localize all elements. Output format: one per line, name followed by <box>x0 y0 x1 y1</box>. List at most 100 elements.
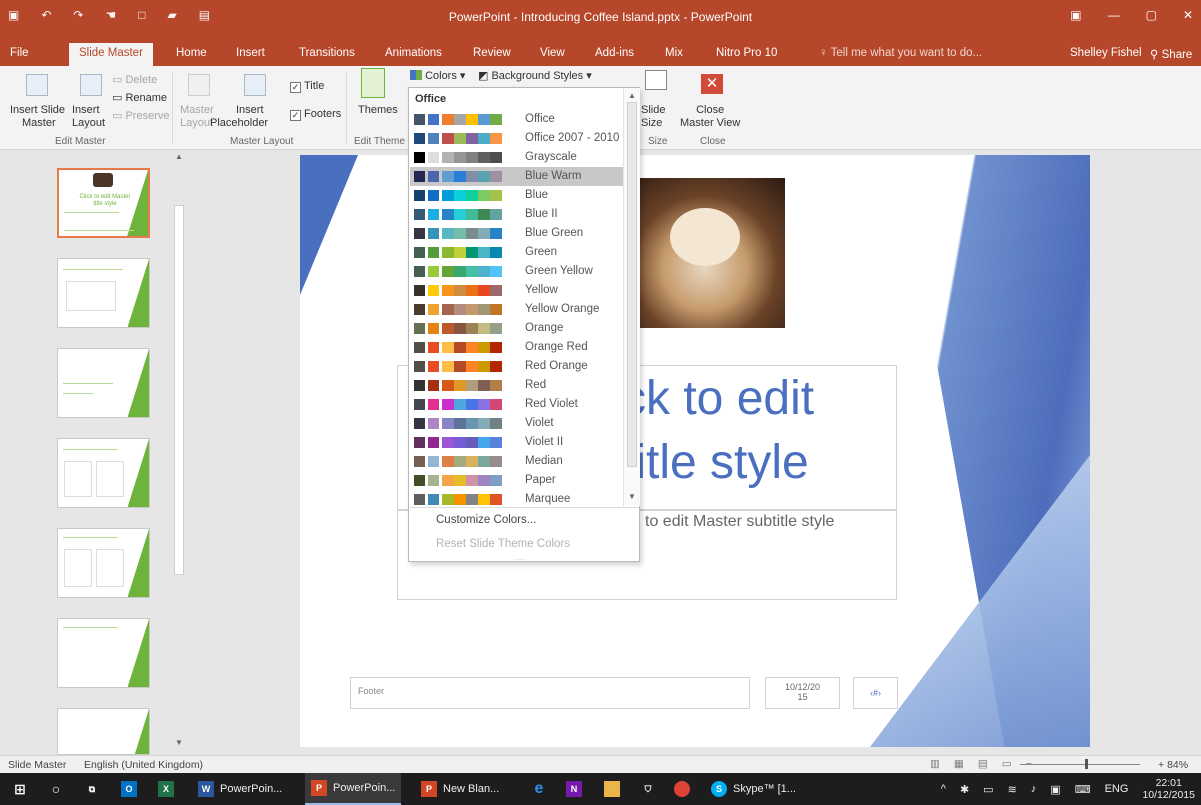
minimize-icon[interactable]: — <box>1108 8 1120 22</box>
color-scheme-item[interactable]: Grayscale <box>410 148 623 167</box>
chevron-up-icon[interactable]: ^ <box>941 783 946 795</box>
color-scheme-item[interactable]: Office 2007 - 2010 <box>410 129 623 148</box>
tab-animations[interactable]: Animations <box>385 47 442 59</box>
resize-grip[interactable]: .... <box>514 553 527 562</box>
task-view-button[interactable]: ⧉ <box>78 773 106 805</box>
color-scheme-item[interactable]: Blue Green <box>410 224 623 243</box>
color-scheme-item[interactable]: Yellow <box>410 281 623 300</box>
title-checkbox[interactable]: ✓ Title <box>290 80 324 93</box>
keyboard-icon[interactable]: ⌨ <box>1075 783 1091 796</box>
close-icon[interactable]: ✕ <box>1183 8 1193 22</box>
explorer-button[interactable] <box>598 773 626 805</box>
taskbar-powerpoint-active[interactable]: P PowerPoin... <box>305 773 402 805</box>
color-scheme-item[interactable]: Red Violet <box>410 395 623 414</box>
scroll-down-icon[interactable]: ▼ <box>628 492 636 501</box>
tab-home[interactable]: Home <box>176 47 207 59</box>
tab-slide-master[interactable]: Slide Master <box>69 43 153 66</box>
tab-view[interactable]: View <box>540 47 565 59</box>
tab-nitro[interactable]: Nitro Pro 10 <box>716 47 777 59</box>
color-scheme-item[interactable]: Red Orange <box>410 357 623 376</box>
color-scheme-item[interactable]: Blue <box>410 186 623 205</box>
scroll-down-icon[interactable]: ▼ <box>175 738 183 747</box>
thumbnail-master[interactable]: Click to edit Master title style <box>57 168 150 238</box>
tab-file[interactable]: File <box>10 47 29 59</box>
color-scheme-item[interactable]: Median <box>410 452 623 471</box>
thumbnail-scroll-thumb[interactable] <box>174 205 184 575</box>
customize-colors-item[interactable]: Customize Colors... <box>436 514 536 526</box>
tab-insert[interactable]: Insert <box>236 47 265 59</box>
zoom-level[interactable]: + 84% <box>1158 759 1188 771</box>
color-scheme-item[interactable]: Blue II <box>410 205 623 224</box>
slide-size-button[interactable]: Slide Size <box>641 104 665 130</box>
network-app-icon[interactable]: ✱ <box>960 783 969 796</box>
master-layout-button[interactable]: Master Layout <box>180 104 214 130</box>
ribbon-display-icon[interactable]: ▣ <box>1070 8 1081 22</box>
rename-button[interactable]: ▭ Rename <box>112 92 167 105</box>
thumbnail-layout-3[interactable] <box>57 438 150 508</box>
taskbar-skype[interactable]: S Skype™ [1... <box>705 773 802 805</box>
colors-button[interactable]: Colors ▾ <box>410 70 465 83</box>
scroll-up-icon[interactable]: ▲ <box>175 152 183 161</box>
share-button[interactable]: ⚲ Share <box>1150 47 1192 61</box>
excel-button[interactable]: X <box>152 773 180 805</box>
reset-theme-colors-item[interactable]: Reset Slide Theme Colors <box>436 538 570 550</box>
slide-number-placeholder[interactable]: ‹#› <box>853 677 898 709</box>
volume-icon[interactable]: ♪ <box>1031 783 1037 795</box>
zoom-slider[interactable] <box>1020 764 1140 765</box>
tab-mix[interactable]: Mix <box>665 47 683 59</box>
color-scheme-item[interactable]: Violet <box>410 414 623 433</box>
footers-checkbox[interactable]: ✓ Footers <box>290 108 341 121</box>
wifi-icon[interactable]: ≋ <box>1008 783 1017 796</box>
clock[interactable]: 22:01 10/12/2015 <box>1142 777 1195 801</box>
tell-me-box[interactable]: ♀ Tell me what you want to do... <box>819 47 982 59</box>
normal-view-icon[interactable]: ▥ <box>930 758 940 770</box>
dropdown-scroll-thumb[interactable] <box>627 102 637 467</box>
tab-add-ins[interactable]: Add-ins <box>595 47 634 59</box>
slide-subtitle[interactable]: to edit Master subtitle style <box>645 513 834 531</box>
color-scheme-item[interactable]: Red <box>410 376 623 395</box>
color-scheme-item[interactable]: Blue Warm <box>410 167 623 186</box>
color-scheme-item[interactable]: Yellow Orange <box>410 300 623 319</box>
chrome-button[interactable] <box>668 773 696 805</box>
battery-icon[interactable]: ▭ <box>983 783 993 796</box>
insert-layout-button[interactable]: Insert Layout <box>72 104 105 130</box>
footer-placeholder[interactable] <box>350 677 750 709</box>
delete-button[interactable]: ▭ Delete <box>112 74 157 87</box>
color-scheme-item[interactable]: Violet II <box>410 433 623 452</box>
themes-button[interactable]: Themes <box>358 104 398 117</box>
color-scheme-item[interactable]: Paper <box>410 471 623 490</box>
thumbnail-layout-4[interactable] <box>57 528 150 598</box>
date-placeholder[interactable]: 10/12/20 15 <box>765 677 840 709</box>
onenote-button[interactable]: N <box>560 773 588 805</box>
dropdown-scrollbar[interactable]: ▲ ▼ <box>623 88 640 506</box>
color-scheme-item[interactable]: Orange <box>410 319 623 338</box>
thumbnail-layout-5[interactable] <box>57 618 150 688</box>
user-name[interactable]: Shelley Fishel <box>1070 47 1142 59</box>
search-button[interactable]: ○ <box>42 773 70 805</box>
restore-icon[interactable]: ▢ <box>1146 8 1157 22</box>
zoom-slider-knob[interactable] <box>1085 759 1088 769</box>
slideshow-icon[interactable]: ▭ <box>1002 758 1012 770</box>
slide-title[interactable]: ck to edit title style <box>622 367 922 495</box>
scroll-up-icon[interactable]: ▲ <box>628 91 636 100</box>
close-master-view-button[interactable]: Close Master View <box>680 104 740 130</box>
edge-button[interactable]: e <box>525 773 553 805</box>
color-scheme-item[interactable]: Green <box>410 243 623 262</box>
thumbnail-layout-6[interactable] <box>57 708 150 755</box>
color-scheme-item[interactable]: Office <box>410 110 623 129</box>
taskbar-word[interactable]: W PowerPoin... <box>192 773 288 805</box>
thumbnail-layout-2[interactable] <box>57 348 150 418</box>
thumbnail-layout-1[interactable] <box>57 258 150 328</box>
insert-placeholder-button[interactable]: Insert Placeholder <box>210 104 268 130</box>
outlook-button[interactable]: O <box>115 773 143 805</box>
color-scheme-item[interactable]: Orange Red <box>410 338 623 357</box>
tab-transitions[interactable]: Transitions <box>299 47 355 59</box>
notifications-icon[interactable]: ▣ <box>1050 783 1060 796</box>
input-language[interactable]: ENG <box>1105 783 1129 795</box>
coffee-photo[interactable] <box>625 178 785 328</box>
reading-view-icon[interactable]: ▤ <box>978 758 988 770</box>
store-button[interactable]: ⛉ <box>634 773 662 805</box>
color-scheme-item[interactable]: Green Yellow <box>410 262 623 281</box>
insert-slide-master-button[interactable]: Insert Slide Master <box>10 104 65 130</box>
start-button[interactable]: ⊞ <box>6 773 34 805</box>
